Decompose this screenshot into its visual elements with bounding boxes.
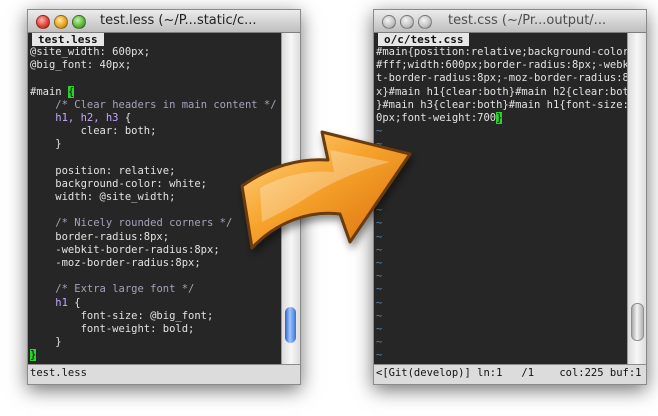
code-line: /* Extra large font */ [30,283,282,296]
code-token: /* Clear headers in main content */ [55,98,277,111]
text-cursor: } [496,111,503,124]
empty-line-marker: ~ [376,270,383,283]
code-token: /* Extra large font */ [55,283,195,296]
code-line: x}#main h1{clear:both}#main h2{clear:bot… [376,86,628,99]
empty-line-marker: ~ [376,296,383,309]
tab-test-css[interactable]: o/c/test.css [378,33,470,46]
code-token: #main [30,85,68,98]
code-token: background-color: white; [30,177,208,190]
code-token: -moz-border-radius:8px; [30,257,201,269]
text-cursor: } [30,349,37,362]
code-token: { [124,111,132,124]
tab-bar: test.less [28,33,282,46]
code-token: @site_width: 600px; [30,46,151,58]
code-token: } [30,138,62,151]
code-line: }#main h3{clear:both}#main h1{font-size:… [376,99,628,112]
code-token: /* Nicely rounded corners */ [55,217,233,230]
code-token: } [30,336,62,349]
zoom-button[interactable] [418,15,432,29]
status-bar: <[Git(develop)] ln:1 /1 col:225 buf:1 [374,364,646,384]
code-token: #main{position:relative;background-color… [376,46,628,58]
code-line: t-border-radius:8px;-moz-border-radius:8… [376,72,628,85]
code-token: x}#main h1{clear:both}#main h2{clear:bot… [376,85,628,98]
code-token: { [74,296,81,309]
code-token: font-size: @big_font; [30,309,214,322]
code-token: h1 [30,296,75,309]
code-token: @big_font: 40px; [30,59,132,72]
window-title: test.css (~/Pr...output/... [448,13,607,28]
empty-line-marker: ~ [376,283,383,296]
status-bar: test.less [28,364,300,384]
scrollbar-thumb[interactable] [285,307,296,343]
empty-line-marker: ~ [376,349,383,362]
code-line: font-size: @big_font; [30,310,282,323]
status-text: <[Git(develop)] ln:1 /1 col:225 buf:1 [376,367,642,379]
code-line: #fff;width:600px;border-radius:8px;-webk… [376,59,628,72]
code-line: @site_width: 600px; [30,46,282,59]
code-line: h1 { [30,297,282,310]
text-cursor: { [67,85,75,98]
code-token: clear: both; [30,125,157,138]
code-line: } [30,349,282,362]
code-token: position: relative; [30,164,176,177]
code-token: width: @site_width; [30,191,176,204]
close-button[interactable] [36,15,50,29]
code-line: #main { [30,85,282,99]
minimize-button[interactable] [400,15,414,29]
code-token: h1, h2, h3 [30,111,125,124]
empty-line-marker: ~ [376,336,383,349]
empty-line-marker: ~ [376,322,383,335]
zoom-button[interactable] [72,15,86,29]
code-line: #main{position:relative;background-color… [376,46,628,59]
minimize-button[interactable] [54,15,68,29]
code-token: #fff;width:600px;border-radius:8px;-webk… [376,59,628,72]
empty-line-marker: ~ [376,309,383,322]
right-titlebar: test.css (~/Pr...output/... [374,10,646,33]
left-titlebar: test.less (~/P...static/c... [28,10,300,33]
code-token: }#main h3{clear:both}#main h1{font-size:… [376,98,628,111]
close-button[interactable] [382,15,396,29]
code-token: font-weight: bold; [30,322,195,335]
code-line: /* Clear headers in main content */ [30,99,282,112]
tab-test-less[interactable]: test.less [32,33,104,46]
tab-bar: o/c/test.css [374,33,628,46]
scrollbar-thumb[interactable] [631,303,644,341]
code-token: border-radius:8px; [30,230,170,243]
window-title: test.less (~/P...static/c... [100,13,257,28]
code-line: font-weight: bold; [30,323,282,336]
orange-right-arrow-icon [240,130,412,250]
vertical-scrollbar[interactable] [627,33,646,365]
code-token: t-border-radius:8px;-moz-border-radius:8… [376,72,628,85]
code-line: } [30,336,282,349]
code-token: -webkit-border-radius:8px; [30,243,220,256]
code-line: @big_font: 40px; [30,59,282,72]
status-text: test.less [30,367,87,379]
